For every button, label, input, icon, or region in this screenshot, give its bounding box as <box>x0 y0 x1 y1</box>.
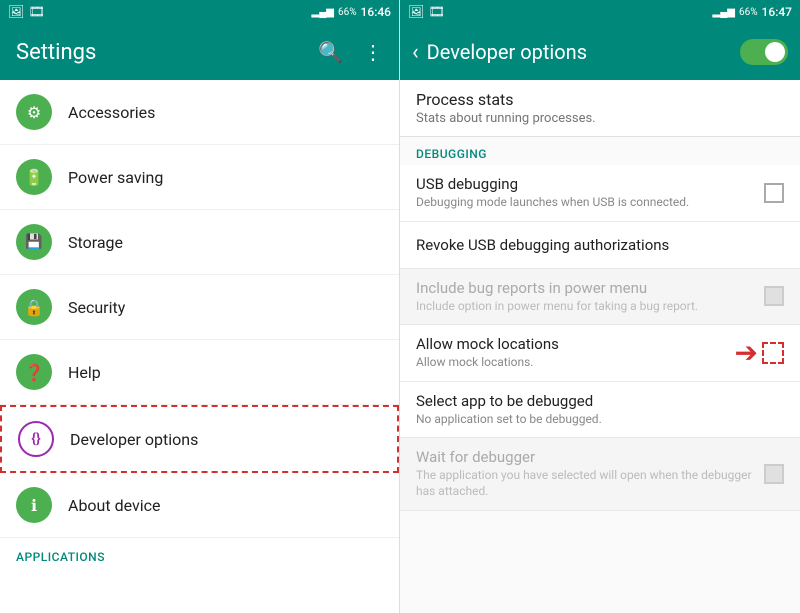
select-app-debug-text: Select app to be debugged No application… <box>416 392 776 428</box>
more-icon[interactable]: ⋮ <box>363 40 383 64</box>
settings-list: ⚙ Accessories 🔋 Power saving 💾 Storage 🔒… <box>0 80 399 613</box>
storage-label: Storage <box>68 233 123 252</box>
top-bar-icons: 🔍 ⋮ <box>318 40 383 64</box>
settings-item-help[interactable]: ❓ Help <box>0 340 399 405</box>
mock-locations-arrow-area: ➔ <box>735 336 784 369</box>
settings-title: Settings <box>16 40 96 65</box>
settings-item-security[interactable]: 🔒 Security <box>0 275 399 340</box>
right-time-display: 16:47 <box>762 5 792 19</box>
search-icon[interactable]: 🔍 <box>318 40 343 64</box>
mock-locations-checkbox[interactable] <box>762 342 784 364</box>
about-device-icon: ℹ <box>16 487 52 523</box>
bug-reports-text: Include bug reports in power menu Includ… <box>416 279 756 315</box>
wait-debugger-sub: The application you have selected will o… <box>416 468 756 499</box>
power-saving-icon: 🔋 <box>16 159 52 195</box>
select-app-debug-title: Select app to be debugged <box>416 392 776 410</box>
time-display: 16:46 <box>361 5 391 19</box>
power-saving-label: Power saving <box>68 168 163 187</box>
security-icon: 🔒 <box>16 289 52 325</box>
revoke-usb-item[interactable]: Revoke USB debugging authorizations <box>400 222 800 269</box>
settings-item-developer-options[interactable]: {} Developer options <box>0 405 399 473</box>
right-status-right: ▂▄▆ 66% 16:47 <box>713 5 793 19</box>
back-button[interactable]: ‹ <box>412 40 419 65</box>
signal-icon: ▂▄▆ <box>312 7 334 18</box>
left-panel: 🖼 🎞 ▂▄▆ 66% 16:46 Settings 🔍 ⋮ ⚙ Accesso… <box>0 0 400 613</box>
help-label: Help <box>68 363 101 382</box>
media-icon: 🎞 <box>29 5 46 20</box>
usb-debugging-text: USB debugging Debugging mode launches wh… <box>416 175 756 211</box>
right-page-title: Developer options <box>427 40 587 64</box>
settings-item-storage[interactable]: 💾 Storage <box>0 210 399 275</box>
left-top-bar: Settings 🔍 ⋮ <box>0 24 399 80</box>
accessories-icon: ⚙ <box>16 94 52 130</box>
about-device-label: About device <box>68 496 160 515</box>
bug-reports-sub: Include option in power menu for taking … <box>416 299 756 315</box>
select-app-debug-sub: No application set to be debugged. <box>416 412 776 428</box>
mock-locations-item[interactable]: Allow mock locations Allow mock location… <box>400 325 800 382</box>
usb-debugging-sub: Debugging mode launches when USB is conn… <box>416 195 756 211</box>
mock-locations-sub: Allow mock locations. <box>416 355 727 371</box>
left-status-bar: 🖼 🎞 ▂▄▆ 66% 16:46 <box>0 0 399 24</box>
right-media-icon: 🎞 <box>429 5 446 20</box>
settings-item-accessories[interactable]: ⚙ Accessories <box>0 80 399 145</box>
developer-options-toggle[interactable] <box>740 39 788 65</box>
debugging-section-header: DEBUGGING <box>400 137 800 165</box>
mock-locations-title: Allow mock locations <box>416 335 727 353</box>
bug-reports-item[interactable]: Include bug reports in power menu Includ… <box>400 269 800 326</box>
wait-debugger-checkbox[interactable] <box>764 464 784 484</box>
bug-reports-checkbox[interactable] <box>764 286 784 306</box>
left-status-right: ▂▄▆ 66% 16:46 <box>312 5 392 19</box>
developer-options-label: Developer options <box>70 430 198 449</box>
right-screenshot-icon: 🖼 <box>408 5 425 20</box>
right-status-bar: 🖼 🎞 ▂▄▆ 66% 16:47 <box>400 0 800 24</box>
developer-options-icon: {} <box>18 421 54 457</box>
red-arrow-icon: ➔ <box>735 336 758 369</box>
applications-section-header: APPLICATIONS <box>0 538 399 568</box>
settings-item-about-device[interactable]: ℹ About device <box>0 473 399 538</box>
process-stats-item[interactable]: Process stats Stats about running proces… <box>400 80 800 137</box>
toggle-knob <box>765 42 785 62</box>
security-label: Security <box>68 298 125 317</box>
right-signal-icon: ▂▄▆ <box>713 7 735 18</box>
usb-debugging-checkbox[interactable] <box>764 183 784 203</box>
wait-debugger-title: Wait for debugger <box>416 448 756 466</box>
storage-icon: 💾 <box>16 224 52 260</box>
right-status-icons: 🖼 🎞 <box>408 5 445 20</box>
process-stats-sub: Stats about running processes. <box>416 111 784 126</box>
right-panel: 🖼 🎞 ▂▄▆ 66% 16:47 ‹ Developer options Pr… <box>400 0 800 613</box>
right-battery-display: 66% <box>739 7 758 18</box>
right-top-bar-left: ‹ Developer options <box>412 40 587 65</box>
accessories-label: Accessories <box>68 103 155 122</box>
right-top-bar: ‹ Developer options <box>400 24 800 80</box>
process-stats-title: Process stats <box>416 90 784 109</box>
bug-reports-title: Include bug reports in power menu <box>416 279 756 297</box>
developer-options-content: Process stats Stats about running proces… <box>400 80 800 613</box>
wait-debugger-item[interactable]: Wait for debugger The application you ha… <box>400 438 800 510</box>
usb-debugging-title: USB debugging <box>416 175 756 193</box>
battery-icon: 66% <box>338 7 357 18</box>
left-status-icons: 🖼 🎞 <box>8 5 45 20</box>
revoke-usb-title: Revoke USB debugging authorizations <box>416 236 784 254</box>
help-icon: ❓ <box>16 354 52 390</box>
settings-item-power-saving[interactable]: 🔋 Power saving <box>0 145 399 210</box>
select-app-debug-item[interactable]: Select app to be debugged No application… <box>400 382 800 439</box>
usb-debugging-item[interactable]: USB debugging Debugging mode launches wh… <box>400 165 800 222</box>
mock-locations-text: Allow mock locations Allow mock location… <box>416 335 727 371</box>
screenshot-icon: 🖼 <box>8 5 25 20</box>
wait-debugger-text: Wait for debugger The application you ha… <box>416 448 756 499</box>
